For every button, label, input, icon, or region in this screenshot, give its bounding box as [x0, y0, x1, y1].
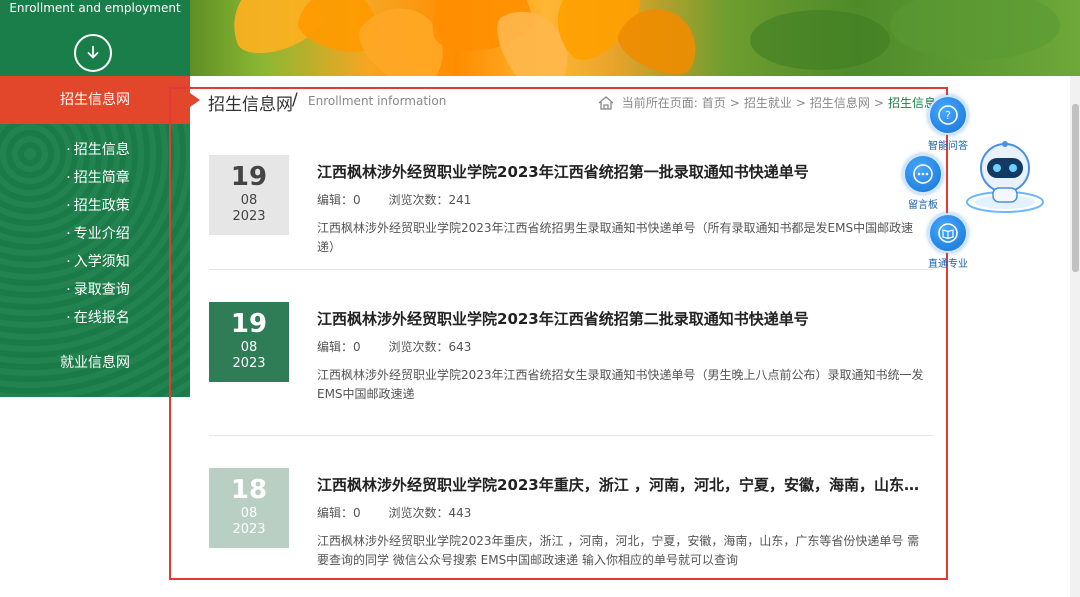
article-meta: 编辑：0 浏览次数：643	[317, 338, 495, 355]
message-board-label: 留言板	[908, 200, 938, 211]
scrollbar-thumb[interactable]	[1072, 104, 1079, 272]
article-title[interactable]: 江西枫林涉外经贸职业学院2023年重庆，浙江 ，河南，河北，宁夏，安徽，海南，山…	[317, 474, 931, 495]
list-item[interactable]: 19 08 2023 江西枫林涉外经贸职业学院2023年江西省统招第一批录取通知…	[209, 155, 933, 254]
date-day: 19	[230, 309, 268, 339]
question-icon: ?	[938, 105, 958, 125]
article-summary: 江西枫林涉外经贸职业学院2023年重庆，浙江 ，河南，河北，宁夏，安徽，海南，山…	[317, 534, 920, 567]
sidebar-item-enrollment-policy[interactable]: · 招生政策	[0, 192, 190, 220]
breadcrumb-separator: >	[873, 95, 884, 110]
date-year: 2023	[232, 522, 266, 537]
date-box: 19 08 2023	[209, 302, 289, 382]
article-views: 浏览次数：443	[388, 506, 472, 520]
sidebar-item-enrollment-brochure[interactable]: · 招生简章	[0, 164, 190, 192]
section-subtitle: Enrollment information	[308, 94, 447, 108]
sidebar-item-admission-notice[interactable]: · 入学须知	[0, 248, 190, 276]
breadcrumb-home[interactable]: 首页	[702, 94, 726, 111]
robot-assistant-icon[interactable]	[960, 140, 1046, 216]
date-box: 18 08 2023	[209, 468, 289, 548]
article-meta: 编辑：0 浏览次数：443	[317, 504, 495, 521]
article-editor: 编辑：0	[317, 193, 361, 207]
list-item[interactable]: 19 08 2023 江西枫林涉外经贸职业学院2023年江西省统招第二批录取通知…	[209, 302, 933, 402]
sidebar-header: Enrollment and employment	[0, 0, 190, 76]
home-icon	[598, 95, 614, 110]
breadcrumb-enrollment-employment[interactable]: 招生就业	[744, 94, 792, 111]
breadcrumb-enrollment-network[interactable]: 招生信息网	[810, 94, 870, 111]
date-year: 2023	[232, 209, 266, 224]
header-banner	[190, 0, 1080, 76]
date-box: 19 08 2023	[209, 155, 289, 235]
date-month: 08	[240, 506, 258, 521]
date-month: 08	[240, 193, 258, 208]
divider	[209, 435, 933, 436]
chat-dots-icon	[913, 164, 933, 184]
section-title: 招生信息网	[208, 95, 293, 115]
breadcrumb-prefix: 当前所在页面:	[621, 96, 698, 110]
article-editor: 编辑：0	[317, 506, 361, 520]
article-meta: 编辑：0 浏览次数：241	[317, 191, 495, 208]
breadcrumb: 当前所在页面: 首页 > 招生就业 > 招生信息网 > 招生信息	[598, 94, 936, 111]
sidebar-top-title: Enrollment and employment	[9, 1, 181, 15]
sidebar: Enrollment and employment 招生信息网 · 招生信息 · 招…	[0, 0, 200, 397]
list-item[interactable]: 18 08 2023 江西枫林涉外经贸职业学院2023年重庆，浙江 ，河南，河北…	[209, 468, 933, 568]
article-title[interactable]: 江西枫林涉外经贸职业学院2023年江西省统招第一批录取通知书快递单号	[317, 161, 931, 182]
sidebar-item-employment-network[interactable]: 就业信息网	[0, 352, 190, 372]
page: Enrollment and employment 招生信息网 · 招生信息 · 招…	[0, 0, 1080, 597]
sidebar-item-enrollment-info[interactable]: · 招生信息	[0, 136, 190, 164]
svg-text:?: ?	[945, 109, 951, 122]
section-header: 招生信息网 / Enrollment information 当前所在页面: 首…	[208, 90, 936, 115]
article-title[interactable]: 江西枫林涉外经贸职业学院2023年江西省统招第二批录取通知书快递单号	[317, 308, 931, 329]
major-direct-button[interactable]	[928, 213, 968, 253]
message-board-button[interactable]	[903, 154, 943, 194]
divider	[209, 269, 933, 270]
breadcrumb-separator: >	[795, 95, 806, 110]
article-editor: 编辑：0	[317, 340, 361, 354]
article-views: 浏览次数：241	[388, 193, 472, 207]
book-icon	[938, 223, 958, 243]
sidebar-item-online-registration[interactable]: · 在线报名	[0, 304, 190, 332]
breadcrumb-separator: >	[729, 95, 740, 110]
sidebar-menu: · 招生信息 · 招生简章 · 招生政策 · 专业介绍 · 入学须知 · 录取查询 · 在线报…	[0, 124, 190, 397]
date-day: 18	[230, 475, 268, 505]
sidebar-item-enrollment-network[interactable]: 招生信息网	[0, 76, 200, 124]
article-views: 浏览次数：643	[388, 340, 472, 354]
date-month: 08	[240, 340, 258, 355]
article-summary: 江西枫林涉外经贸职业学院2023年江西省统招女生录取通知书快递单号（男生晚上八点…	[317, 368, 924, 401]
smart-qa-button[interactable]: ?	[928, 95, 968, 135]
sidebar-item-admission-query[interactable]: · 录取查询	[0, 276, 190, 304]
arrow-down-circle-icon[interactable]	[74, 34, 112, 72]
sidebar-item-major-intro[interactable]: · 专业介绍	[0, 220, 190, 248]
article-summary: 江西枫林涉外经贸职业学院2023年江西省统招男生录取通知书快递单号（所有录取通知…	[317, 221, 914, 254]
date-day: 19	[230, 162, 268, 192]
date-year: 2023	[232, 356, 266, 371]
major-direct-label: 直通专业	[928, 259, 968, 270]
title-separator: /	[292, 90, 298, 110]
